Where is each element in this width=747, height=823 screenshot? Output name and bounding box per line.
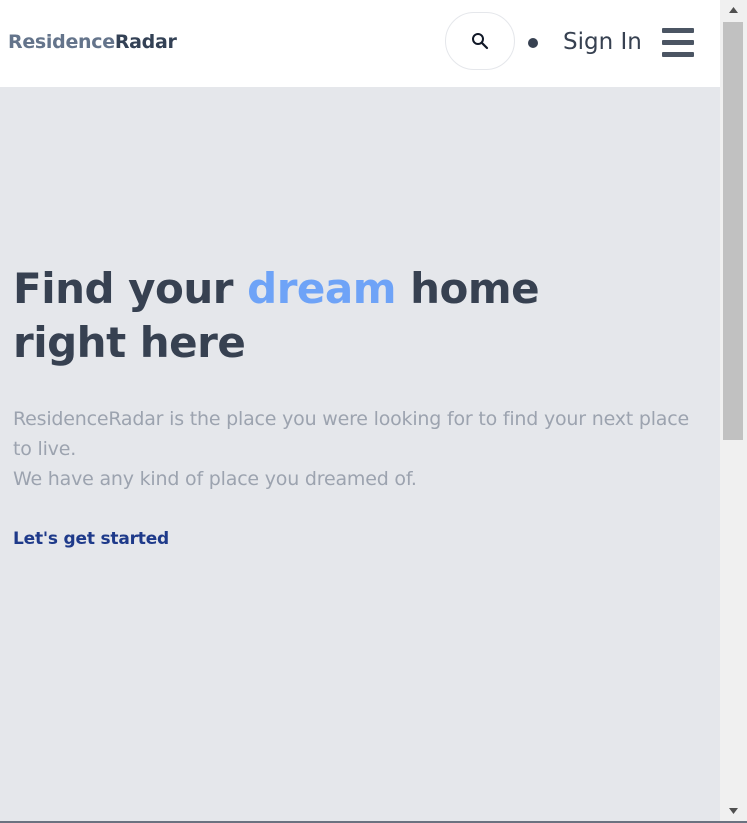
hero-description-line1: ResidenceRadar is the place you were loo… [13, 408, 689, 460]
hero-title-part1: Find your [13, 264, 248, 313]
search-icon [472, 33, 489, 50]
vertical-scrollbar[interactable] [720, 0, 747, 823]
brand-logo-part2: Radar [114, 31, 177, 53]
scroll-down-button[interactable] [720, 801, 747, 821]
hero-description-line2: We have any kind of place you dreamed of… [13, 468, 417, 490]
get-started-link[interactable]: Let's get started [13, 529, 169, 549]
hero-title: Find your dream home right here [13, 262, 573, 370]
scroll-thumb[interactable] [723, 22, 743, 440]
hero-title-part2: home [396, 264, 540, 313]
hero-title-accent: dream [247, 264, 397, 313]
arrow-down-icon [729, 808, 738, 814]
search-button[interactable] [445, 12, 515, 70]
menu-button[interactable] [660, 26, 696, 58]
navbar: ResidenceRadar Sign In [0, 0, 720, 87]
hero-title-line2: right here [13, 318, 246, 367]
hero-description: ResidenceRadar is the place you were loo… [13, 404, 703, 494]
sign-in-link[interactable]: Sign In [563, 29, 642, 55]
status-dot [528, 38, 538, 48]
brand-logo[interactable]: ResidenceRadar [8, 31, 177, 53]
brand-logo-part1: Residence [8, 31, 115, 53]
scroll-up-button[interactable] [720, 0, 747, 20]
arrow-up-icon [729, 7, 738, 13]
page-viewport: ResidenceRadar Sign In Find your dream h… [0, 0, 720, 823]
